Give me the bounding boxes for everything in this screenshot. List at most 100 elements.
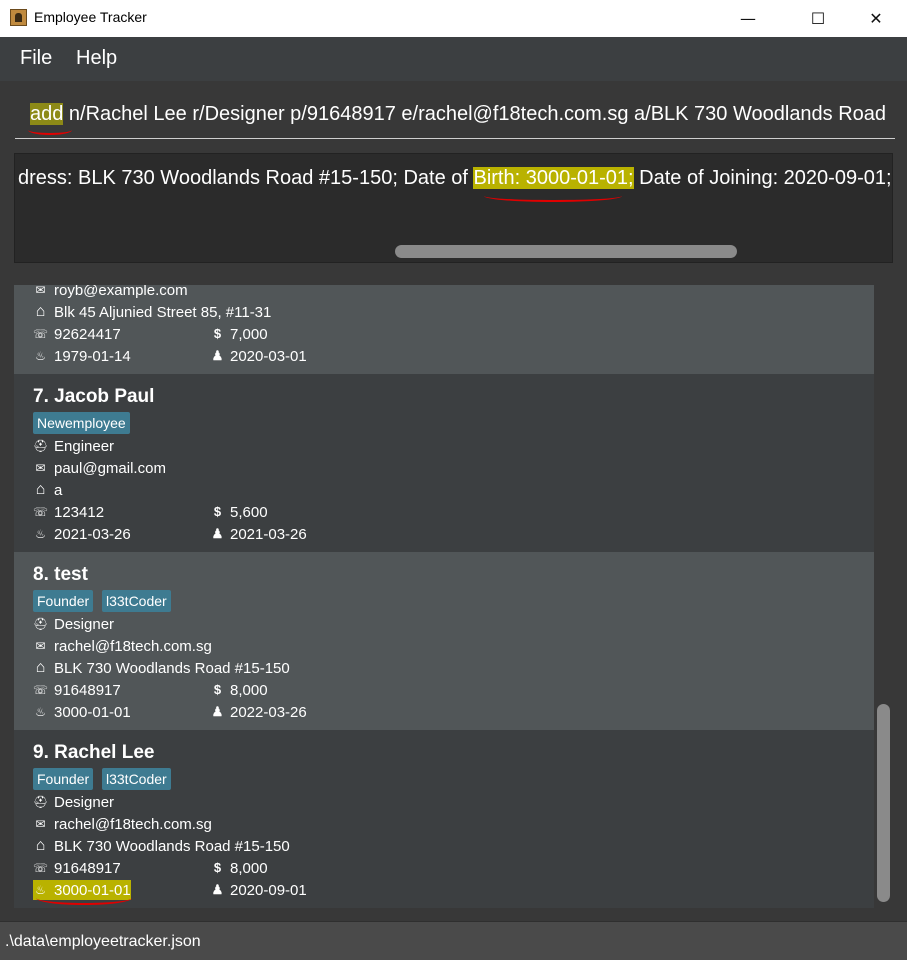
command-box: add n/Rachel Lee r/Designer p/91648917 e… (0, 81, 907, 143)
maximize-button[interactable]: ☐ (795, 0, 841, 37)
phone-icon (33, 683, 48, 697)
joined-row: 2020-03-01 (211, 346, 307, 366)
command-input[interactable]: add n/Rachel Lee r/Designer p/91648917 e… (15, 99, 895, 139)
birthday-text: 3000-01-01 (54, 703, 131, 721)
birthday-text: 1979-01-14 (54, 347, 131, 365)
salary-text: 8,000 (230, 859, 268, 877)
employee-card[interactable]: royb@example.com Blk 45 Aljunied Street … (14, 285, 874, 374)
home-icon (33, 661, 48, 675)
dollar-icon (211, 505, 224, 519)
email-text: paul@gmail.com (54, 459, 166, 477)
birthday-icon (33, 349, 48, 363)
command-args: n/Rachel Lee r/Designer p/91648917 e/rac… (63, 103, 887, 125)
home-icon (33, 305, 48, 319)
address-text: a (54, 481, 63, 499)
salary-text: 8,000 (230, 681, 268, 699)
phone-icon (33, 861, 48, 875)
employee-card[interactable]: 8. test Founder l33tCoder Designer rache… (14, 552, 874, 730)
role-text: Engineer (54, 437, 115, 455)
salary-row: 8,000 (211, 680, 268, 700)
close-button[interactable]: ✕ (853, 0, 899, 37)
tag-badge: l33tCoder (102, 768, 171, 790)
joined-text: 2020-09-01 (230, 881, 307, 899)
status-bar: .\data\employeetracker.json (0, 921, 907, 960)
phone-text: 91648917 (54, 681, 121, 699)
address-row: BLK 730 Woodlands Road #15-150 (33, 658, 290, 678)
salary-row: 7,000 (211, 324, 268, 344)
title-bar: Employee Tracker — ☐ ✕ (0, 0, 907, 37)
joined-row: 2020-09-01 (211, 880, 307, 900)
phone-row: 123412 (33, 502, 104, 522)
birthday-row: 2021-03-26 (33, 524, 131, 544)
address-text: BLK 730 Woodlands Road #15-150 (54, 837, 290, 855)
result-birth-highlight: Birth: 3000-01-01; (473, 167, 634, 189)
menu-file[interactable]: File (20, 47, 52, 70)
phone-text: 123412 (54, 503, 105, 521)
role-text: Designer (54, 615, 115, 633)
role-text: Designer (54, 793, 115, 811)
email-text: rachel@f18tech.com.sg (54, 815, 212, 833)
dollar-icon (211, 861, 224, 875)
joined-text: 2020-03-01 (230, 347, 307, 365)
address-row: a (33, 480, 62, 500)
home-icon (33, 839, 48, 853)
birthday-text: 2021-03-26 (54, 525, 131, 543)
employee-list-panel: royb@example.com Blk 45 Aljunied Street … (0, 271, 907, 921)
employee-name: 9. Rachel Lee (33, 742, 155, 763)
person-icon (211, 883, 224, 897)
email-text: royb@example.com (54, 285, 188, 299)
tag-badge: Newemployee (33, 412, 130, 434)
employee-list[interactable]: royb@example.com Blk 45 Aljunied Street … (14, 285, 874, 908)
phone-row: 92624417 (33, 324, 121, 344)
phone-icon (33, 327, 48, 341)
email-icon (33, 639, 48, 653)
person-icon (211, 349, 224, 363)
email-icon (33, 817, 48, 831)
app-icon (10, 9, 27, 26)
phone-row: 91648917 (33, 858, 121, 878)
phone-row: 91648917 (33, 680, 121, 700)
result-text-after: Date of Joining: 2020-09-01; (633, 167, 892, 189)
address-text: BLK 730 Woodlands Road #15-150 (54, 659, 290, 677)
dollar-icon (211, 683, 224, 697)
annotation-underline-cmd (28, 125, 72, 135)
email-row: paul@gmail.com (33, 458, 166, 478)
home-icon (33, 483, 48, 497)
employee-card[interactable]: 9. Rachel Lee Founder l33tCoder Designer… (14, 730, 874, 908)
joined-text: 2021-03-26 (230, 525, 307, 543)
employee-card[interactable]: 7. Jacob Paul Newemployee Engineer paul@… (14, 374, 874, 552)
phone-text: 92624417 (54, 325, 121, 343)
employee-name: 7. Jacob Paul (33, 386, 155, 407)
dollar-icon (211, 327, 224, 341)
result-horizontal-scrollbar[interactable] (395, 245, 737, 258)
data-file-path: .\data\employeetracker.json (5, 933, 201, 950)
birthday-row: 3000-01-01 (33, 702, 131, 722)
list-vertical-scrollbar[interactable] (877, 704, 890, 902)
tag-badge: Founder (33, 768, 94, 790)
birthday-icon (33, 527, 48, 541)
phone-icon (33, 505, 48, 519)
role-row: Designer (33, 792, 114, 812)
window-title: Employee Tracker (34, 9, 147, 25)
employee-name: 8. test (33, 564, 88, 585)
email-row: rachel@f18tech.com.sg (33, 814, 212, 834)
salary-row: 8,000 (211, 858, 268, 878)
helmet-icon (33, 617, 48, 631)
phone-text: 91648917 (54, 859, 121, 877)
birthday-icon (33, 705, 48, 719)
address-row: Blk 45 Aljunied Street 85, #11-31 (33, 302, 271, 322)
salary-text: 7,000 (230, 325, 268, 343)
email-row: royb@example.com (33, 285, 188, 300)
email-icon (33, 461, 48, 475)
menu-help[interactable]: Help (76, 47, 117, 70)
address-row: BLK 730 Woodlands Road #15-150 (33, 836, 290, 856)
joined-row: 2021-03-26 (211, 524, 307, 544)
address-text: Blk 45 Aljunied Street 85, #11-31 (54, 303, 272, 321)
joined-row: 2022-03-26 (211, 702, 307, 722)
joined-text: 2022-03-26 (230, 703, 307, 721)
command-word-highlight: add (30, 103, 64, 125)
email-icon (33, 285, 48, 297)
email-row: rachel@f18tech.com.sg (33, 636, 212, 656)
person-icon (211, 527, 224, 541)
minimize-button[interactable]: — (725, 0, 771, 37)
